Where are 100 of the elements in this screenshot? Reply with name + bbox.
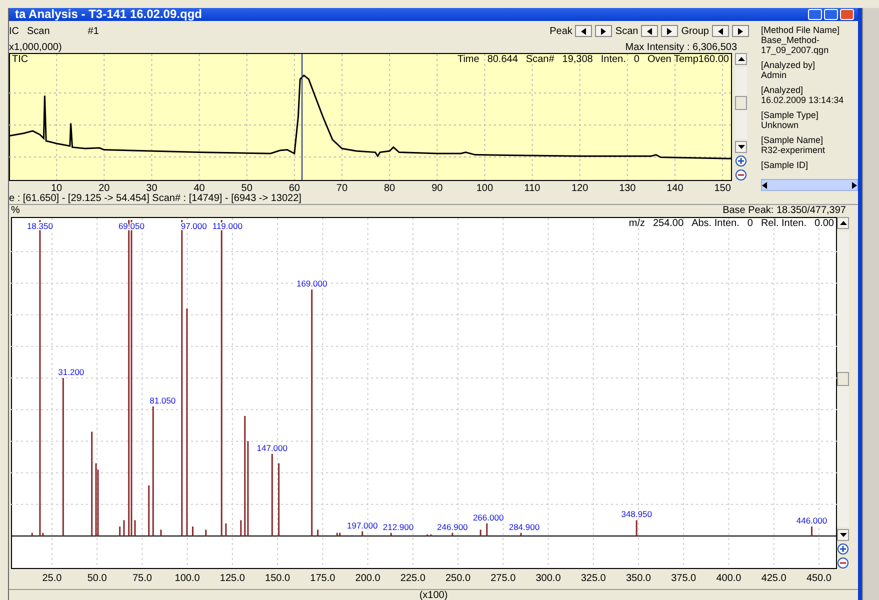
info-value: Unknown <box>761 120 800 130</box>
scale-label: x1,000,000) <box>9 42 62 52</box>
next-button[interactable] <box>595 25 612 37</box>
peak-label: 197.000 <box>347 520 378 530</box>
left-arrow-icon <box>718 28 723 34</box>
tick-label: 80 <box>384 183 396 193</box>
info-label: [Method File Name] <box>761 25 841 35</box>
scroll-down-button[interactable] <box>837 529 849 541</box>
next-button[interactable] <box>661 25 678 37</box>
scrollbar-track[interactable] <box>837 231 849 527</box>
header-text: #1 <box>88 26 99 36</box>
up-arrow-icon <box>840 221 846 225</box>
readout-text: 0 <box>634 54 640 65</box>
scrollbar-track[interactable] <box>735 67 747 139</box>
scroll-down-button[interactable] <box>735 141 747 153</box>
tick-label: 110 <box>524 183 540 193</box>
readout-text: Rel. Inten. <box>760 218 807 229</box>
window-title: ta Analysis - T3-141 16.02.09.qgd <box>15 8 202 21</box>
readout-text: Abs. Inten. <box>692 218 740 229</box>
header-text: IC <box>9 26 19 36</box>
down-arrow-icon <box>840 533 846 537</box>
next-button[interactable] <box>732 25 749 37</box>
previous-button[interactable] <box>575 25 592 37</box>
axis-unit-label: (x100) <box>419 590 448 600</box>
readout-text: 80.644 <box>487 54 518 65</box>
up-arrow-icon <box>738 57 744 61</box>
tick-label: 225.0 <box>400 573 426 584</box>
peak-label: 147.000 <box>256 442 288 453</box>
peak-label: 212.900 <box>382 522 414 532</box>
readout-text: Time <box>457 54 480 65</box>
tick-label: 150.0 <box>265 573 290 584</box>
tick-label: 75.0 <box>132 573 152 584</box>
left-arrow-icon <box>581 28 586 34</box>
base-peak-label: Base Peak: 18.350/477,397 <box>722 205 846 216</box>
info-label: [Sample Name] <box>761 135 824 145</box>
tick-label: 175.0 <box>310 573 336 584</box>
readout-text: Oven Temp160.00 <box>647 54 729 65</box>
max-intensity-label: Max Intensity : 6,306,503 <box>625 42 737 52</box>
scrollbar-thumb[interactable] <box>735 96 747 110</box>
readout-text: m/z <box>628 218 645 229</box>
tick-label: 25.0 <box>42 573 62 584</box>
readout-text: 0 <box>747 218 753 229</box>
tick-label: 400.0 <box>716 573 742 584</box>
peak-label: 169.000 <box>296 278 328 289</box>
peak-label: 266.000 <box>472 512 504 522</box>
navigation-label: Scan <box>615 26 638 36</box>
right-arrow-icon <box>738 28 743 34</box>
tick-label: 30 <box>146 183 158 193</box>
header-text: Scan <box>27 26 50 36</box>
info-label: [Analyzed by] <box>761 60 816 70</box>
info-label: [Sample Type] <box>761 110 820 120</box>
left-arrow-icon <box>647 28 652 34</box>
tick-label: 125.0 <box>220 573 245 584</box>
previous-button[interactable] <box>712 25 729 37</box>
peak-label: 31.200 <box>58 367 84 377</box>
tick-label: 100.0 <box>174 573 200 584</box>
cursor-line[interactable] <box>302 54 303 180</box>
tick-label: 250.0 <box>446 573 471 584</box>
tick-label: 50 <box>241 183 252 193</box>
tick-label: 120 <box>572 183 588 193</box>
tick-label: 300.0 <box>536 573 561 584</box>
info-value: Base_Method-17_09_2007.qgn <box>761 35 830 55</box>
tick-label: 100 <box>476 183 494 193</box>
right-arrow-icon <box>667 28 672 34</box>
tick-label: 200.0 <box>355 573 380 584</box>
zoom-in-icon[interactable] <box>837 543 849 555</box>
tick-label: 60 <box>288 183 300 193</box>
right-arrow-icon <box>601 28 606 34</box>
zoom-out-icon[interactable] <box>735 169 747 181</box>
navigation-label: Peak <box>550 26 572 36</box>
info-label: [Analyzed] <box>761 85 804 95</box>
close-button[interactable] <box>840 9 854 20</box>
maximize-button[interactable] <box>824 9 838 20</box>
readout-text: Inten. <box>600 54 626 65</box>
zoom-in-icon[interactable] <box>735 155 747 167</box>
tick-label: 10 <box>51 183 62 193</box>
tick-label: 90 <box>432 183 443 193</box>
peak-label: 446.000 <box>796 516 828 526</box>
peak-label: 284.900 <box>508 522 540 532</box>
info-value: R32-experiment <box>761 145 826 155</box>
tick-label: 450.0 <box>806 573 832 584</box>
horizontal-scrollbar[interactable] <box>761 179 858 191</box>
readout-text: 254.00 <box>652 218 684 229</box>
tick-label: 375.0 <box>671 573 696 584</box>
minimize-button[interactable] <box>808 9 822 20</box>
tick-label: 40 <box>194 183 205 193</box>
zoom-out-icon[interactable] <box>837 557 849 569</box>
info-label: [Sample ID] <box>761 160 810 170</box>
down-arrow-icon <box>738 145 744 149</box>
tick-label: 140 <box>666 183 684 193</box>
trace-label: TIC <box>12 54 28 65</box>
peak-label: 348.950 <box>621 509 652 520</box>
previous-button[interactable] <box>641 25 658 37</box>
tick-label: 350.0 <box>626 573 651 584</box>
scrollbar-thumb[interactable] <box>837 372 849 386</box>
scroll-up-button[interactable] <box>837 217 849 229</box>
right-arrow-icon <box>852 182 857 188</box>
left-arrow-icon <box>762 182 767 188</box>
tick-label: 20 <box>98 183 110 193</box>
scroll-up-button[interactable] <box>735 53 747 65</box>
